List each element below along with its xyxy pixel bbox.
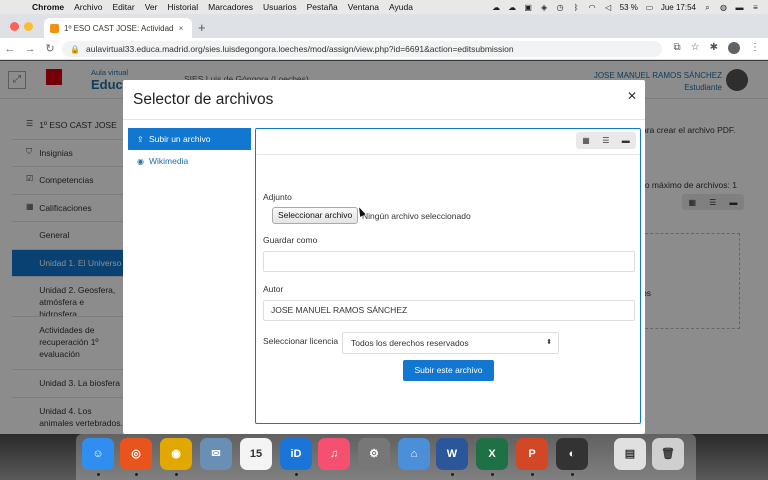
creative-cloud-icon[interactable]: ☁ bbox=[492, 3, 501, 12]
choose-file-button[interactable]: Seleccionar archivo bbox=[272, 207, 359, 224]
bluetooth-icon[interactable]: ᛒ bbox=[572, 3, 581, 12]
grid-view-icon[interactable]: ▦ bbox=[582, 136, 590, 145]
dock-running-indicator bbox=[97, 473, 100, 476]
no-file-selected-text: Ningún archivo seleccionado bbox=[362, 211, 471, 221]
menu-editar[interactable]: Editar bbox=[112, 2, 134, 12]
menu-ver[interactable]: Ver bbox=[145, 2, 158, 12]
back-button[interactable]: ← bbox=[0, 43, 20, 55]
menu-archivo[interactable]: Archivo bbox=[74, 2, 102, 12]
menu-ventana[interactable]: Ventana bbox=[348, 2, 379, 12]
bank-icon[interactable]: ⌂ bbox=[398, 438, 430, 470]
forward-button[interactable]: → bbox=[20, 43, 40, 55]
browser-tabstrip: 1º ESO CAST JOSE: Actividad × + bbox=[0, 14, 768, 38]
menu-pestana[interactable]: Pestaña bbox=[307, 2, 338, 12]
calendar-icon[interactable]: 15 bbox=[240, 438, 272, 470]
panel-divider bbox=[256, 154, 640, 155]
address-bar[interactable]: 🔒 aulavirtual33.educa.madrid.org/sies.lu… bbox=[62, 41, 662, 57]
system-preferences-icon[interactable]: ⚙ bbox=[358, 438, 390, 470]
dock-running-indicator bbox=[531, 473, 534, 476]
window-close-button[interactable] bbox=[10, 22, 19, 31]
menu-historial[interactable]: Historial bbox=[167, 2, 198, 12]
file-picker-modal: Selector de archivos ✕ ⇪ Subir un archiv… bbox=[123, 80, 645, 434]
dock-running-indicator bbox=[295, 473, 298, 476]
preview-icon[interactable]: ✉ bbox=[200, 438, 232, 470]
browser-toolbar: ← → ↻ 🔒 aulavirtual33.educa.madrid.org/s… bbox=[0, 38, 768, 60]
reload-button[interactable]: ↻ bbox=[40, 42, 60, 55]
view-mode-buttons: ▦ ☰ ▬ bbox=[576, 132, 636, 149]
wifi-icon[interactable]: ◠ bbox=[588, 3, 597, 12]
chrome-icon[interactable]: ◉ bbox=[160, 438, 192, 470]
folder-view-icon[interactable]: ▬ bbox=[622, 136, 630, 145]
idoceo-icon[interactable]: iD bbox=[280, 438, 312, 470]
time-machine-icon[interactable]: ◷ bbox=[556, 3, 565, 12]
author-label: Autor bbox=[263, 284, 284, 294]
author-input[interactable]: JOSE MANUEL RAMOS SÁNCHEZ bbox=[263, 300, 635, 321]
battery-percent: 53 % bbox=[619, 2, 638, 12]
word-icon[interactable]: W bbox=[436, 438, 468, 470]
dock-running-indicator bbox=[571, 473, 574, 476]
moodle-favicon-icon bbox=[50, 23, 59, 33]
tab-close-icon[interactable]: × bbox=[176, 24, 186, 33]
dock-running-indicator bbox=[491, 473, 494, 476]
cloud-upload-icon[interactable]: ☁ bbox=[508, 3, 517, 12]
browser-tab-active[interactable]: 1º ESO CAST JOSE: Actividad × bbox=[44, 18, 192, 38]
documents-icon[interactable]: ▤ bbox=[614, 438, 646, 470]
repo-upload-label: Subir un archivo bbox=[149, 134, 211, 144]
profile-avatar-icon[interactable] bbox=[728, 42, 740, 54]
repo-wikimedia[interactable]: ◉ Wikimedia bbox=[128, 150, 251, 172]
license-selected-value: Todos los derechos reservados bbox=[351, 338, 469, 348]
lock-icon[interactable]: 🔒 bbox=[70, 45, 80, 54]
select-arrows-icon: ⬍ bbox=[546, 339, 552, 346]
save-as-label: Guardar como bbox=[263, 235, 318, 245]
modal-header: Selector de archivos ✕ bbox=[123, 80, 645, 120]
dock-running-indicator bbox=[451, 473, 454, 476]
wikimedia-icon: ◉ bbox=[137, 156, 144, 166]
menu-marcadores[interactable]: Marcadores bbox=[208, 2, 253, 12]
powerpoint-icon[interactable]: P bbox=[516, 438, 548, 470]
battery-icon[interactable]: ▭ bbox=[645, 3, 654, 12]
excel-icon[interactable]: X bbox=[476, 438, 508, 470]
menu-usuarios[interactable]: Usuarios bbox=[263, 2, 297, 12]
siri-icon[interactable]: ◍ bbox=[719, 3, 728, 12]
menu-chrome[interactable]: Chrome bbox=[32, 2, 64, 12]
firefox-icon[interactable]: ◎ bbox=[120, 438, 152, 470]
tab-title: 1º ESO CAST JOSE: Actividad bbox=[64, 23, 174, 33]
file-picker-repositories: ⇪ Subir un archivo ◉ Wikimedia bbox=[128, 128, 251, 172]
obs-icon[interactable]: ◐ bbox=[556, 438, 588, 470]
finder-icon[interactable]: ☺ bbox=[82, 438, 114, 470]
volume-icon[interactable]: ◁ bbox=[604, 3, 613, 12]
search-icon[interactable]: ⌕ bbox=[703, 3, 712, 12]
menu-list-icon[interactable]: ≡ bbox=[751, 3, 760, 12]
attachment-label: Adjunto bbox=[263, 192, 292, 202]
translate-icon[interactable]: ⧉ bbox=[674, 42, 681, 54]
mac-menubar: Chrome Archivo Editar Ver Historial Marc… bbox=[0, 0, 768, 14]
address-url: aulavirtual33.educa.madrid.org/sies.luis… bbox=[86, 44, 514, 54]
license-label: Seleccionar licencia bbox=[263, 336, 339, 346]
menubar-clock[interactable]: Jue 17:54 bbox=[661, 3, 696, 12]
flag-icon[interactable]: ▬ bbox=[735, 3, 744, 12]
repo-upload-file[interactable]: ⇪ Subir un archivo bbox=[128, 128, 251, 150]
repo-wikimedia-label: Wikimedia bbox=[149, 156, 189, 166]
license-select[interactable]: Todos los derechos reservados ⬍ bbox=[342, 332, 559, 354]
menu-ayuda[interactable]: Ayuda bbox=[389, 2, 413, 12]
dock-running-indicator bbox=[135, 473, 138, 476]
list-view-icon[interactable]: ☰ bbox=[602, 136, 609, 145]
save-as-input[interactable] bbox=[263, 251, 635, 272]
bookmark-star-icon[interactable]: ☆ bbox=[691, 42, 700, 54]
close-icon[interactable]: ✕ bbox=[627, 89, 637, 103]
modal-title: Selector de archivos bbox=[133, 91, 274, 108]
extensions-icon[interactable]: ✱ bbox=[710, 42, 718, 54]
music-icon[interactable]: ♫ bbox=[318, 438, 350, 470]
dock-running-indicator bbox=[175, 473, 178, 476]
chrome-menu-icon[interactable]: ⋮ bbox=[750, 42, 760, 54]
new-tab-button[interactable]: + bbox=[198, 20, 206, 35]
upload-file-button[interactable]: Subir este archivo bbox=[403, 360, 494, 381]
window-minimize-button[interactable] bbox=[24, 22, 33, 31]
clipboard-icon[interactable]: ▣ bbox=[524, 3, 533, 12]
upload-form-panel: ▦ ☰ ▬ Adjunto Seleccionar archivo Ningún… bbox=[255, 128, 641, 424]
trash-icon[interactable]: 🗑 bbox=[652, 438, 684, 470]
shield-icon[interactable]: ◈ bbox=[540, 3, 549, 12]
upload-icon: ⇪ bbox=[137, 134, 144, 144]
